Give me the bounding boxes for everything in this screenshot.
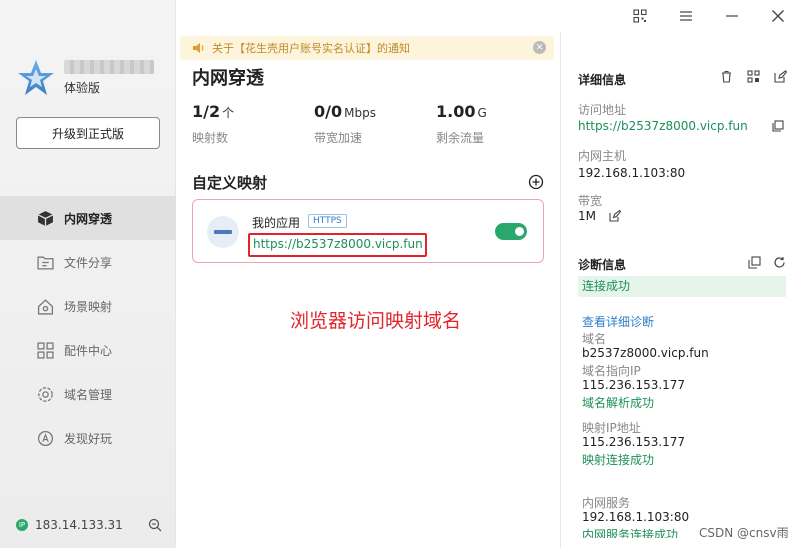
ip-value: 183.14.133.31 [35, 518, 123, 532]
lan-value: 192.168.1.103:80 [582, 510, 690, 524]
map-ip-label: 映射IP地址 [582, 421, 641, 435]
cube-icon [37, 210, 54, 226]
host-value: 192.168.1.103:80 [578, 166, 686, 180]
speaker-icon [193, 43, 204, 53]
host-label: 内网主机 [578, 149, 627, 163]
close-icon[interactable] [770, 9, 786, 23]
domain-ip-value: 115.236.153.177 [582, 378, 686, 392]
app-name: 我的应用 [252, 216, 301, 230]
grid-icon [37, 341, 54, 359]
copy-icon[interactable] [748, 256, 761, 269]
gear-domain-icon [38, 386, 53, 402]
public-ip: IP 183.14.133.31 [16, 518, 123, 532]
minimize-icon[interactable] [724, 9, 740, 23]
zoom-search-icon[interactable] [148, 518, 162, 532]
delete-icon[interactable] [720, 70, 733, 83]
protocol-badge: HTTPS [308, 214, 347, 228]
section-title: 自定义映射 [192, 174, 268, 192]
copy-icon[interactable] [772, 120, 784, 132]
ip-icon: IP [16, 519, 28, 531]
edit-icon[interactable] [609, 210, 621, 222]
stat-label: 映射数 [192, 131, 229, 145]
domain-value: b2537z8000.vicp.fun [582, 346, 709, 360]
sidebar-nav: 内网穿透 文件分享 场景映射 配件中心 域名管理 发现好玩 [0, 196, 176, 460]
stat-traffic: 1.00 G 剩余流量 [436, 102, 487, 146]
domain-ok: 域名解析成功 [582, 396, 655, 410]
sidebar-item-file-share[interactable]: 文件分享 [0, 240, 176, 284]
watermark: CSDN @cnsv雨 [699, 526, 789, 540]
domain-label: 域名 [582, 332, 607, 346]
detail-panel: 详细信息 访问地址 https://b2537z8000.vicp.fun 内网… [560, 32, 800, 548]
notice-bar[interactable]: 关于【花生壳用户账号实名认证】的通知 ✕ [180, 36, 554, 60]
stat-value: 1.00 [436, 102, 476, 121]
bandwidth-label: 带宽 [578, 194, 603, 208]
diag-status: 连接成功 [578, 276, 786, 297]
domain-ip-label: 域名指向IP [582, 364, 641, 378]
lan-ok: 内网服务连接成功 [582, 528, 679, 538]
sidebar-item-label: 发现好玩 [64, 431, 113, 446]
app-icon [207, 216, 239, 248]
window-controls [632, 9, 800, 23]
stat-bandwidth: 0/0 Mbps 带宽加速 [314, 102, 376, 146]
detail-title: 详细信息 [578, 73, 627, 87]
edit-icon[interactable] [774, 70, 787, 83]
mapping-toggle[interactable] [495, 223, 527, 240]
annotation-text: 浏览器访问映射域名 [290, 310, 462, 332]
stat-value: 0/0 [314, 102, 343, 121]
qr-icon[interactable] [632, 9, 648, 23]
diag-title: 诊断信息 [578, 258, 627, 272]
sidebar-item-scene[interactable]: 场景映射 [0, 284, 176, 328]
detail-toolbar [720, 70, 800, 83]
sidebar-item-domain[interactable]: 域名管理 [0, 372, 176, 416]
stat-unit: Mbps [344, 106, 376, 120]
bandwidth-value: 1M [578, 209, 596, 223]
sidebar-item-label: 文件分享 [64, 255, 113, 270]
refresh-icon[interactable] [773, 256, 786, 269]
menu-icon[interactable] [678, 9, 694, 23]
home-scene-icon [37, 298, 54, 315]
qr-icon[interactable] [747, 70, 760, 83]
lan-label: 内网服务 [582, 496, 631, 510]
edition-label: 体验版 [64, 81, 101, 95]
stat-unit: 个 [222, 106, 235, 120]
user-name-redacted [64, 60, 154, 74]
stat-unit: G [477, 106, 487, 120]
sidebar-item-label: 配件中心 [64, 343, 113, 358]
sidebar-item-intranet[interactable]: 内网穿透 [0, 196, 176, 240]
access-url-link[interactable]: https://b2537z8000.vicp.fun [578, 119, 748, 133]
star-logo-icon [18, 60, 54, 95]
upgrade-button[interactable]: 升级到正式版 [16, 117, 160, 149]
sidebar: 体验版 升级到正式版 内网穿透 文件分享 场景映射 配件中心 域名管理 发现好玩… [0, 0, 176, 548]
map-ip-value: 115.236.153.177 [582, 435, 686, 449]
sidebar-item-accessories[interactable]: 配件中心 [0, 328, 176, 372]
main-panel: 关于【花生壳用户账号实名认证】的通知 ✕ 内网穿透 1/2 个 映射数 0/0 Mb… [176, 0, 560, 548]
stat-mappings: 1/2 个 映射数 [192, 102, 234, 146]
map-ok: 映射连接成功 [582, 453, 655, 467]
notice-text: 关于【花生壳用户账号实名认证】的通知 [212, 42, 410, 55]
add-mapping-icon[interactable] [528, 174, 544, 190]
sidebar-item-label: 场景映射 [64, 299, 113, 314]
sidebar-item-label: 域名管理 [64, 387, 113, 402]
access-label: 访问地址 [578, 103, 627, 117]
sidebar-item-label: 内网穿透 [64, 211, 113, 226]
folder-share-icon [37, 256, 54, 270]
stat-label: 剩余流量 [436, 131, 485, 145]
stat-label: 带宽加速 [314, 131, 363, 145]
discover-icon [37, 430, 54, 446]
mapping-url-link[interactable]: https://b2537z8000.vicp.fun [253, 237, 423, 251]
page-title: 内网穿透 [192, 68, 264, 89]
mapping-card[interactable]: 我的应用 HTTPS https://b2537z8000.vicp.fun [192, 199, 544, 263]
sidebar-item-discover[interactable]: 发现好玩 [0, 416, 176, 460]
diag-detail-link[interactable]: 查看详细诊断 [582, 313, 654, 330]
diag-toolbar [748, 256, 798, 269]
stat-value: 1/2 [192, 102, 221, 121]
notice-close-icon[interactable]: ✕ [533, 41, 546, 54]
